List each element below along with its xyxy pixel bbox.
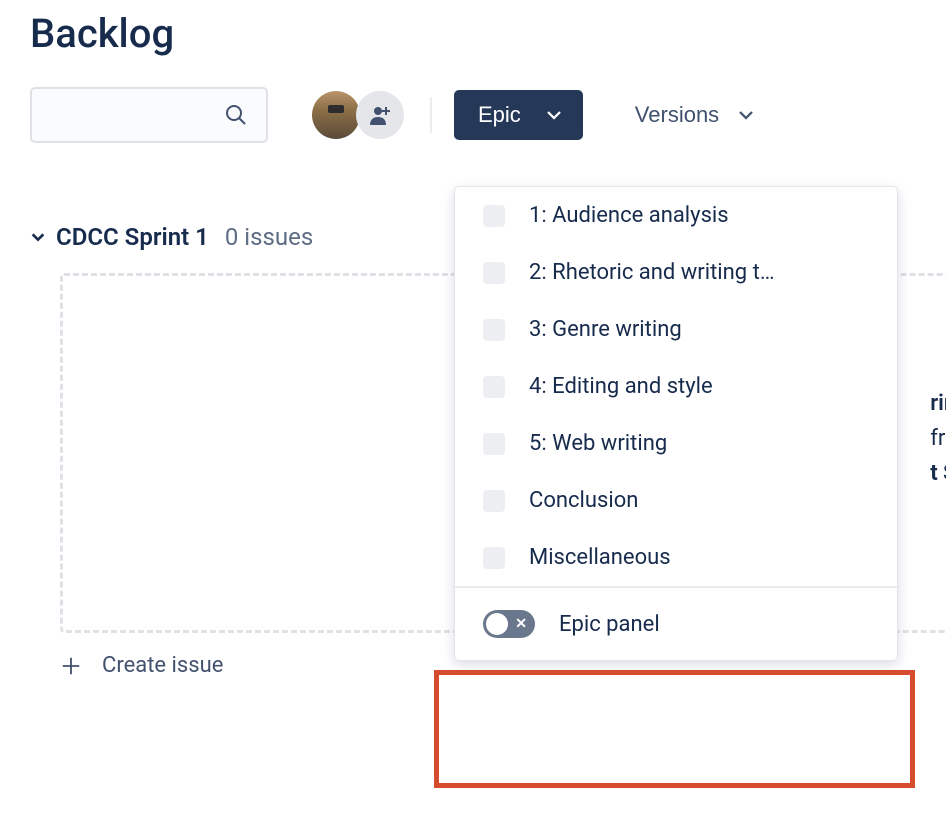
add-person-icon: [368, 103, 392, 127]
checkbox[interactable]: [483, 319, 505, 341]
checkbox[interactable]: [483, 433, 505, 455]
epic-option[interactable]: 4: Editing and style: [455, 358, 897, 415]
checkbox[interactable]: [483, 490, 505, 512]
checkbox[interactable]: [483, 547, 505, 569]
epic-option-label: Conclusion: [529, 488, 638, 513]
chevron-down-icon: [545, 106, 563, 124]
search-input[interactable]: [30, 87, 268, 143]
annotation-highlight: [434, 670, 915, 788]
plus-icon: [60, 655, 82, 677]
epic-filter-label: Epic: [478, 102, 521, 128]
epic-option[interactable]: 3: Genre writing: [455, 301, 897, 358]
checkbox[interactable]: [483, 205, 505, 227]
checkbox[interactable]: [483, 262, 505, 284]
epic-option-label: Miscellaneous: [529, 545, 671, 570]
epic-panel-toggle[interactable]: ✕: [483, 610, 535, 638]
epic-option[interactable]: 2: Rhetoric and writing t…: [455, 244, 897, 301]
toggle-knob: [486, 613, 508, 635]
user-avatar[interactable]: [312, 91, 360, 139]
epic-option-label: 3: Genre writing: [529, 317, 682, 342]
epic-panel-label: Epic panel: [559, 612, 660, 637]
epic-option-label: 2: Rhetoric and writing t…: [529, 260, 775, 285]
epic-option[interactable]: 5: Web writing: [455, 415, 897, 472]
page-title: Backlog: [30, 10, 946, 57]
epic-panel-toggle-row: ✕ Epic panel: [455, 586, 897, 660]
versions-filter-button[interactable]: Versions: [611, 90, 767, 140]
toolbar: Epic Versions: [30, 87, 946, 143]
epic-option[interactable]: 1: Audience analysis: [455, 187, 897, 244]
divider: [430, 97, 432, 133]
create-issue-label: Create issue: [102, 653, 223, 678]
dropzone-hint: rint from t Sta: [930, 386, 946, 492]
chevron-down-icon: [30, 229, 46, 245]
epic-option-label: 4: Editing and style: [529, 374, 713, 399]
avatar-group: [312, 91, 404, 139]
epic-option-label: 5: Web writing: [529, 431, 667, 456]
sprint-name: CDCC Sprint 1: [56, 223, 209, 251]
chevron-down-icon: [737, 106, 755, 124]
epic-option[interactable]: Miscellaneous: [455, 529, 897, 586]
add-person-button[interactable]: [356, 91, 404, 139]
search-icon: [224, 103, 248, 127]
checkbox[interactable]: [483, 376, 505, 398]
epic-option-label: 1: Audience analysis: [529, 203, 729, 228]
epic-dropdown: 1: Audience analysis 2: Rhetoric and wri…: [454, 186, 898, 661]
epic-filter-button[interactable]: Epic: [454, 90, 583, 140]
epic-option[interactable]: Conclusion: [455, 472, 897, 529]
close-icon: ✕: [515, 616, 527, 632]
issue-count: 0 issues: [225, 223, 313, 251]
versions-filter-label: Versions: [635, 102, 719, 128]
